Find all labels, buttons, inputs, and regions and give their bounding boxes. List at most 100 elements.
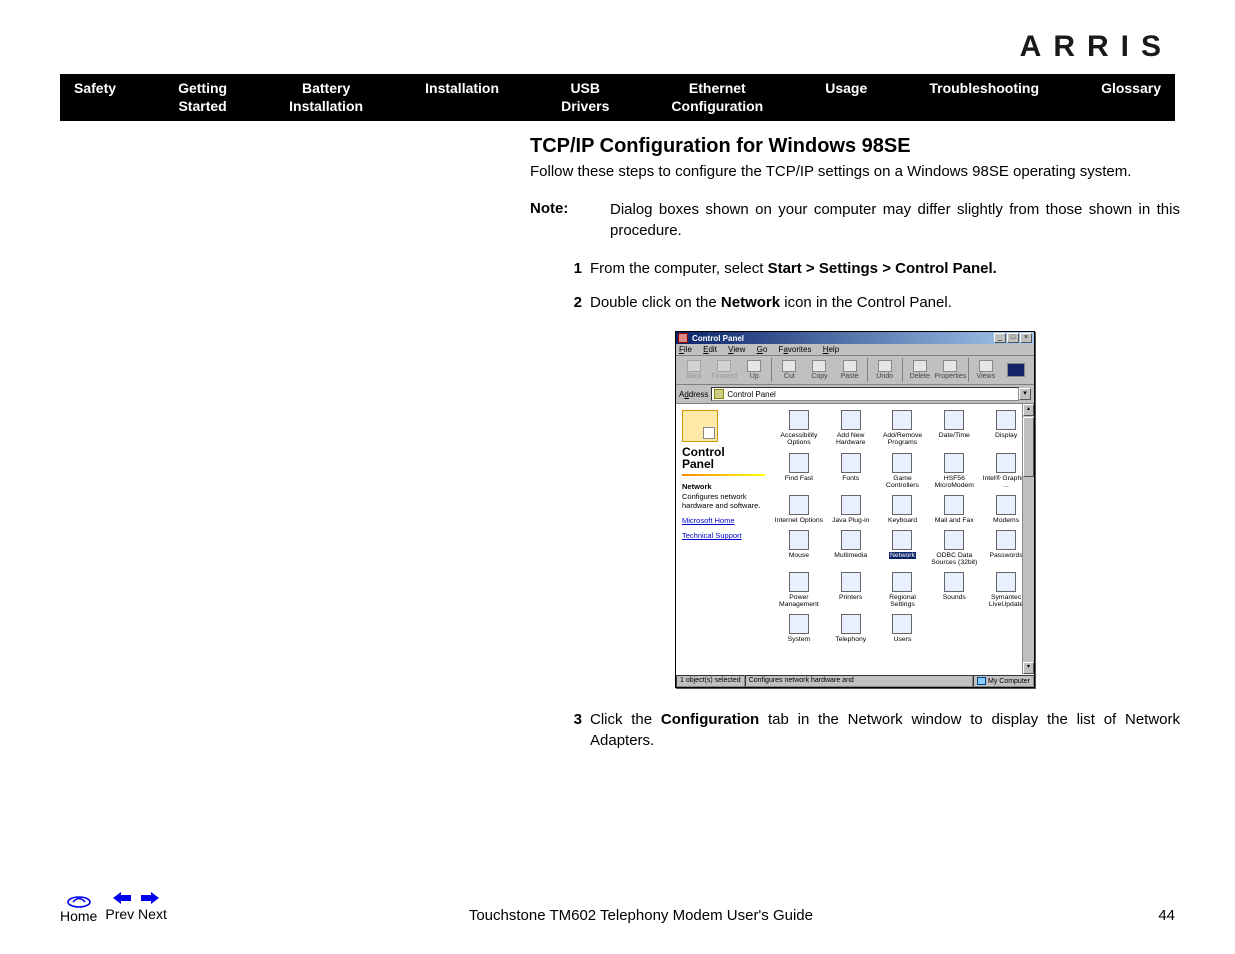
prev-arrow-icon[interactable]: [111, 890, 133, 906]
toolbar-separator: [771, 358, 772, 382]
modems-icon: [996, 495, 1016, 515]
home-icon[interactable]: [66, 890, 92, 908]
toolbar-paste-label: Paste: [841, 373, 859, 380]
toolbar-throbber-icon: [1001, 363, 1031, 378]
brand-logo: ARRIS: [60, 30, 1175, 64]
accessibility-options-label: Accessibility Options: [773, 432, 825, 446]
cp-icon-internet-options[interactable]: Internet Options: [773, 493, 825, 526]
toolbar-properties-label: Properties: [934, 373, 966, 380]
cp-icon-system[interactable]: System: [773, 612, 825, 645]
multimedia-icon: [841, 530, 861, 550]
nav-glossary[interactable]: Glossary: [1101, 80, 1161, 115]
internet-options-icon: [789, 495, 809, 515]
nav-usage[interactable]: Usage: [825, 80, 867, 115]
network-label: Network: [889, 552, 916, 559]
cp-icon-sounds[interactable]: Sounds: [928, 570, 980, 610]
cp-window-icon: [678, 333, 688, 343]
cp-icon-keyboard[interactable]: Keyboard: [877, 493, 929, 526]
toolbar-back-label: Back: [686, 373, 702, 380]
cp-icon-power-management[interactable]: Power Management: [773, 570, 825, 610]
toolbar-up-button[interactable]: Up: [739, 360, 769, 380]
game-controllers-icon: [892, 453, 912, 473]
odbc-data-sources-32bit-icon: [944, 530, 964, 550]
cp-icon-game-controllers[interactable]: Game Controllers: [877, 451, 929, 491]
menu-go[interactable]: Go: [757, 345, 768, 354]
menu-favorites[interactable]: Favorites: [779, 345, 812, 354]
next-arrow-icon[interactable]: [139, 890, 161, 906]
note-label: Note:: [530, 200, 610, 241]
toolbar-paste-button[interactable]: Paste: [835, 360, 865, 380]
scroll-down-button[interactable]: ▾: [1023, 662, 1034, 674]
cp-icon-mail-and-fax[interactable]: Mail and Fax: [928, 493, 980, 526]
nav-usb-drivers[interactable]: USB Drivers: [561, 80, 609, 115]
cp-icon-users[interactable]: Users: [877, 612, 929, 645]
toolbar-up-label: Up: [750, 373, 759, 380]
toolbar-views-button[interactable]: Views: [971, 360, 1001, 380]
find-fast-icon: [789, 453, 809, 473]
toolbar-delete-label: Delete: [910, 373, 930, 380]
toolbar-copy-label: Copy: [811, 373, 827, 380]
nav-battery-installation[interactable]: Battery Installation: [289, 80, 363, 115]
cp-folder-icon: [682, 410, 718, 442]
scroll-thumb[interactable]: [1023, 417, 1034, 477]
toolbar-copy-button[interactable]: Copy: [804, 360, 834, 380]
regional-settings-icon: [892, 572, 912, 592]
step-3: 3 Click the Configuration tab in the Net…: [560, 710, 1180, 751]
cp-icon-mouse[interactable]: Mouse: [773, 528, 825, 568]
nav-troubleshooting[interactable]: Troubleshooting: [929, 80, 1039, 115]
prev-link[interactable]: Prev: [105, 906, 134, 922]
cp-icon-multimedia[interactable]: Multimedia: [825, 528, 877, 568]
toolbar-properties-button[interactable]: Properties: [935, 360, 966, 380]
nav-safety[interactable]: Safety: [74, 80, 116, 115]
intel-graphics-icon: [996, 453, 1016, 473]
cp-icon-telephony[interactable]: Telephony: [825, 612, 877, 645]
nav-getting-started[interactable]: Getting Started: [178, 80, 227, 115]
menu-file[interactable]: File: [679, 345, 692, 354]
toolbar-delete-button[interactable]: Delete: [905, 360, 935, 380]
system-label: System: [788, 636, 811, 643]
cp-icon-area: Accessibility OptionsAdd New HardwareAdd…: [771, 404, 1034, 674]
printers-icon: [841, 572, 861, 592]
page-number: 44: [1115, 907, 1175, 924]
passwords-label: Passwords: [989, 552, 1022, 559]
maximize-button[interactable]: □: [1007, 333, 1019, 343]
date-time-label: Date/Time: [939, 432, 970, 439]
step-1-number: 1: [560, 259, 582, 279]
close-button[interactable]: ×: [1020, 333, 1032, 343]
address-dropdown-button[interactable]: ▾: [1019, 388, 1031, 400]
cp-icon-add-new-hardware[interactable]: Add New Hardware: [825, 408, 877, 448]
address-field[interactable]: Control Panel: [711, 387, 1019, 401]
cp-icon-find-fast[interactable]: Find Fast: [773, 451, 825, 491]
cp-icon-network[interactable]: Network: [877, 528, 929, 568]
cp-icon-regional-settings[interactable]: Regional Settings: [877, 570, 929, 610]
find-fast-label: Find Fast: [785, 475, 813, 482]
cp-scrollbar[interactable]: ▴ ▾: [1022, 404, 1034, 674]
page-title: TCP/IP Configuration for Windows 98SE: [530, 135, 1180, 158]
nav-ethernet-configuration[interactable]: Ethernet Configuration: [671, 80, 763, 115]
nav-installation[interactable]: Installation: [425, 80, 499, 115]
power-management-label: Power Management: [773, 594, 825, 608]
link-technical-support[interactable]: Technical Support: [682, 531, 765, 540]
toolbar-undo-button[interactable]: Undo: [870, 360, 900, 380]
menu-help[interactable]: Help: [823, 345, 839, 354]
cp-icon-add-remove-programs[interactable]: Add/Remove Programs: [877, 408, 929, 448]
cp-menubar: File Edit View Go Favorites Help: [676, 344, 1034, 356]
cp-icon-printers[interactable]: Printers: [825, 570, 877, 610]
menu-view[interactable]: View: [728, 345, 745, 354]
menu-edit[interactable]: Edit: [703, 345, 717, 354]
cp-icon-hsf56-micromodem[interactable]: HSF56 MicroModem: [928, 451, 980, 491]
link-microsoft-home[interactable]: Microsoft Home: [682, 516, 765, 525]
minimize-button[interactable]: _: [994, 333, 1006, 343]
cp-icon-fonts[interactable]: Fonts: [825, 451, 877, 491]
system-icon: [789, 614, 809, 634]
scroll-up-button[interactable]: ▴: [1023, 404, 1034, 416]
toolbar-cut-button[interactable]: Cut: [774, 360, 804, 380]
home-link[interactable]: Home: [60, 908, 97, 924]
cp-side-panel: ControlPanel Network Configures network …: [676, 404, 771, 674]
cp-icon-accessibility-options[interactable]: Accessibility Options: [773, 408, 825, 448]
next-link[interactable]: Next: [138, 906, 167, 922]
cp-icon-odbc-data-sources-32bit[interactable]: ODBC Data Sources (32bit): [928, 528, 980, 568]
cp-icon-java-plug-in[interactable]: Java Plug-in: [825, 493, 877, 526]
add-remove-programs-icon: [892, 410, 912, 430]
cp-icon-date-time[interactable]: Date/Time: [928, 408, 980, 448]
